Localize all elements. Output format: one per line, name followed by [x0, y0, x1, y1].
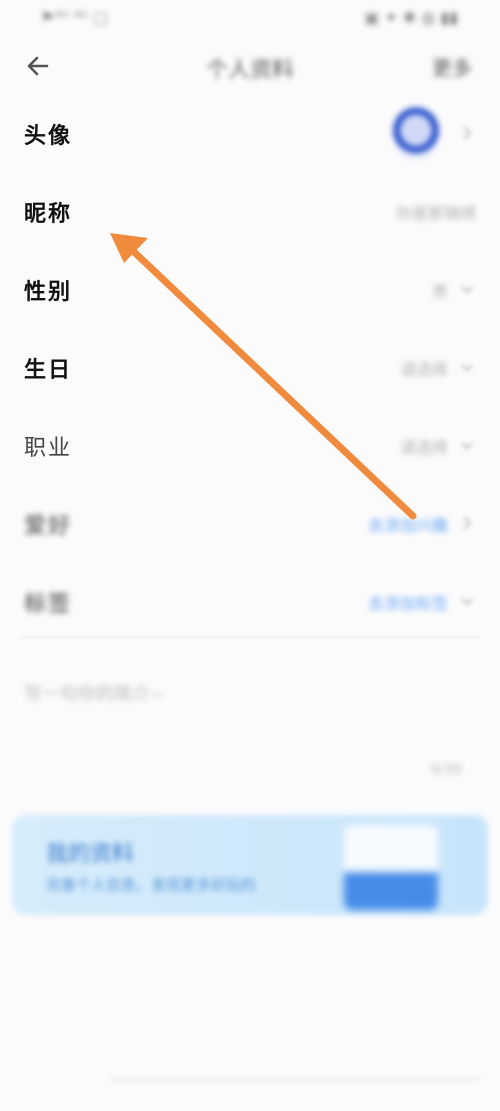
banner-subtitle: 完善个人信息，发现更多好玩的 — [46, 876, 257, 894]
row-birthday[interactable]: 生日 请选择 — [0, 330, 500, 408]
bio-input[interactable]: 写一句你的简介~ — [24, 680, 165, 706]
row-tags-label: 标签 — [24, 592, 73, 617]
divider — [20, 637, 480, 638]
row-occupation-label: 职业 — [24, 436, 73, 461]
row-avatar[interactable]: 头像 — [0, 96, 500, 174]
bio-char-count: 0/30 — [430, 762, 462, 778]
row-avatar-label: 头像 — [24, 124, 73, 149]
row-occupation[interactable]: 职业 请选择 — [0, 408, 500, 486]
profile-page: ⚑⁴ᴳ ⁴ᴳ ▢ ▣ ✦ ✱ ◍ ▮▮ 个人资料 更多 头像 昵称 你是那锦绣 … — [0, 0, 500, 1111]
chevron-down-icon — [461, 442, 473, 450]
banner-illustration-icon — [344, 825, 438, 910]
chevron-right-icon — [463, 126, 472, 140]
row-nickname[interactable]: 昵称 你是那锦绣 — [0, 174, 500, 252]
row-gender-value: 男 — [431, 282, 448, 301]
row-birthday-value: 请选择 — [399, 360, 448, 379]
nav-bar: 个人资料 更多 — [0, 38, 500, 94]
row-nickname-label: 昵称 — [24, 202, 73, 227]
home-indicator — [110, 1078, 480, 1080]
status-right: ▣ ✦ ✱ ◍ ▮▮ — [364, 8, 458, 27]
more-button[interactable]: 更多 — [432, 52, 472, 81]
chevron-down-icon — [461, 364, 473, 372]
row-nickname-value: 你是那锦绣 — [395, 204, 476, 223]
row-gender-label: 性别 — [24, 280, 73, 305]
row-tags-value: 去添加标签 — [367, 594, 448, 613]
row-occupation-value: 请选择 — [399, 438, 448, 457]
row-gender[interactable]: 性别 男 — [0, 252, 500, 330]
row-hobby[interactable]: 爱好 去添加兴趣 — [0, 486, 500, 564]
row-hobby-label: 爱好 — [24, 514, 73, 539]
chevron-down-icon — [461, 598, 473, 606]
status-bar: ⚑⁴ᴳ ⁴ᴳ ▢ ▣ ✦ ✱ ◍ ▮▮ — [0, 0, 500, 34]
chevron-right-icon — [463, 516, 472, 530]
banner-title: 我的资料 — [46, 842, 135, 867]
status-left: ⚑⁴ᴳ ⁴ᴳ ▢ — [40, 8, 109, 27]
chevron-down-icon — [461, 286, 473, 294]
row-tags[interactable]: 标签 去添加标签 — [0, 564, 500, 642]
row-hobby-value: 去添加兴趣 — [367, 516, 448, 535]
avatar[interactable] — [392, 106, 440, 160]
row-birthday-label: 生日 — [24, 358, 73, 383]
page-title: 个人资料 — [205, 58, 294, 83]
